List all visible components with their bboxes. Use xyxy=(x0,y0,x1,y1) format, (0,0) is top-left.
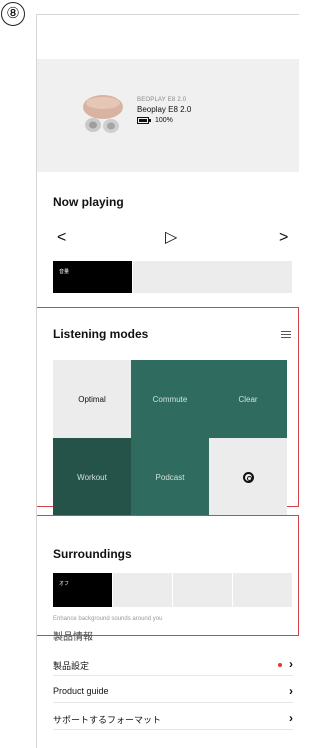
step-number-badge: ⑧ xyxy=(1,2,25,26)
chevron-left-icon[interactable]: < xyxy=(57,229,66,247)
target-icon xyxy=(242,471,254,483)
play-icon[interactable]: ▷ xyxy=(165,229,177,247)
battery-icon xyxy=(137,117,151,124)
now-playing-tabs: 音量 xyxy=(53,261,293,293)
list-item-supported-formats[interactable]: サポートするフォーマット › xyxy=(53,710,293,730)
product-guide-label: Product guide xyxy=(53,686,109,696)
mode-podcast[interactable]: Podcast xyxy=(131,438,209,516)
surroundings-level-segment[interactable] xyxy=(233,573,293,607)
surroundings-level-segment[interactable] xyxy=(173,573,233,607)
mode-clear[interactable]: Clear xyxy=(209,360,287,438)
battery-percent: 100% xyxy=(155,117,173,124)
tab-empty[interactable] xyxy=(133,261,293,293)
surroundings-level-bar: オフ xyxy=(53,573,293,607)
tab-volume-label: 音量 xyxy=(59,269,70,275)
app-screen: BEOPLAY E8 2.0 Beoplay E8 2.0 100% Now p… xyxy=(36,14,299,748)
listening-modes-title: Listening modes xyxy=(53,327,149,341)
surroundings-off-label: オフ xyxy=(59,581,70,587)
device-header: BEOPLAY E8 2.0 Beoplay E8 2.0 100% xyxy=(37,59,299,172)
surroundings-off-segment[interactable]: オフ xyxy=(53,573,113,607)
product-info-title: 製品情報 xyxy=(53,632,93,643)
chevron-right-icon: › xyxy=(289,657,293,671)
device-brand: BEOPLAY E8 2.0 xyxy=(137,97,187,103)
surroundings-level-segment[interactable] xyxy=(113,573,173,607)
chevron-right-icon[interactable]: > xyxy=(279,229,288,247)
product-settings-label: 製品設定 xyxy=(53,661,90,671)
tab-volume[interactable]: 音量 xyxy=(53,261,134,293)
now-playing-title: Now playing xyxy=(53,195,124,209)
supported-formats-label: サポートするフォーマット xyxy=(53,715,162,725)
list-item-product-settings[interactable]: 製品設定 › xyxy=(53,656,293,676)
mode-workout[interactable]: Workout xyxy=(53,438,131,516)
surroundings-title: Surroundings xyxy=(53,547,132,561)
surroundings-caption: Enhance background sounds around you xyxy=(53,616,163,622)
chevron-right-icon: › xyxy=(289,684,293,698)
playback-controls: < ▷ > xyxy=(53,229,289,249)
device-name: Beoplay E8 2.0 xyxy=(137,105,192,114)
device-info: BEOPLAY E8 2.0 Beoplay E8 2.0 100% xyxy=(137,97,191,124)
list-item-product-guide[interactable]: Product guide › xyxy=(53,683,293,703)
chevron-right-icon: › xyxy=(289,711,293,725)
notification-dot xyxy=(278,663,282,667)
mode-commute[interactable]: Commute xyxy=(131,360,209,438)
mode-custom[interactable] xyxy=(209,438,287,516)
battery-status: 100% xyxy=(137,117,191,124)
listening-mode-grid: Optimal Commute Clear Workout Podcast xyxy=(53,360,287,516)
mode-optimal[interactable]: Optimal xyxy=(53,360,131,438)
earbuds-image xyxy=(83,95,123,133)
menu-icon[interactable] xyxy=(281,331,291,340)
